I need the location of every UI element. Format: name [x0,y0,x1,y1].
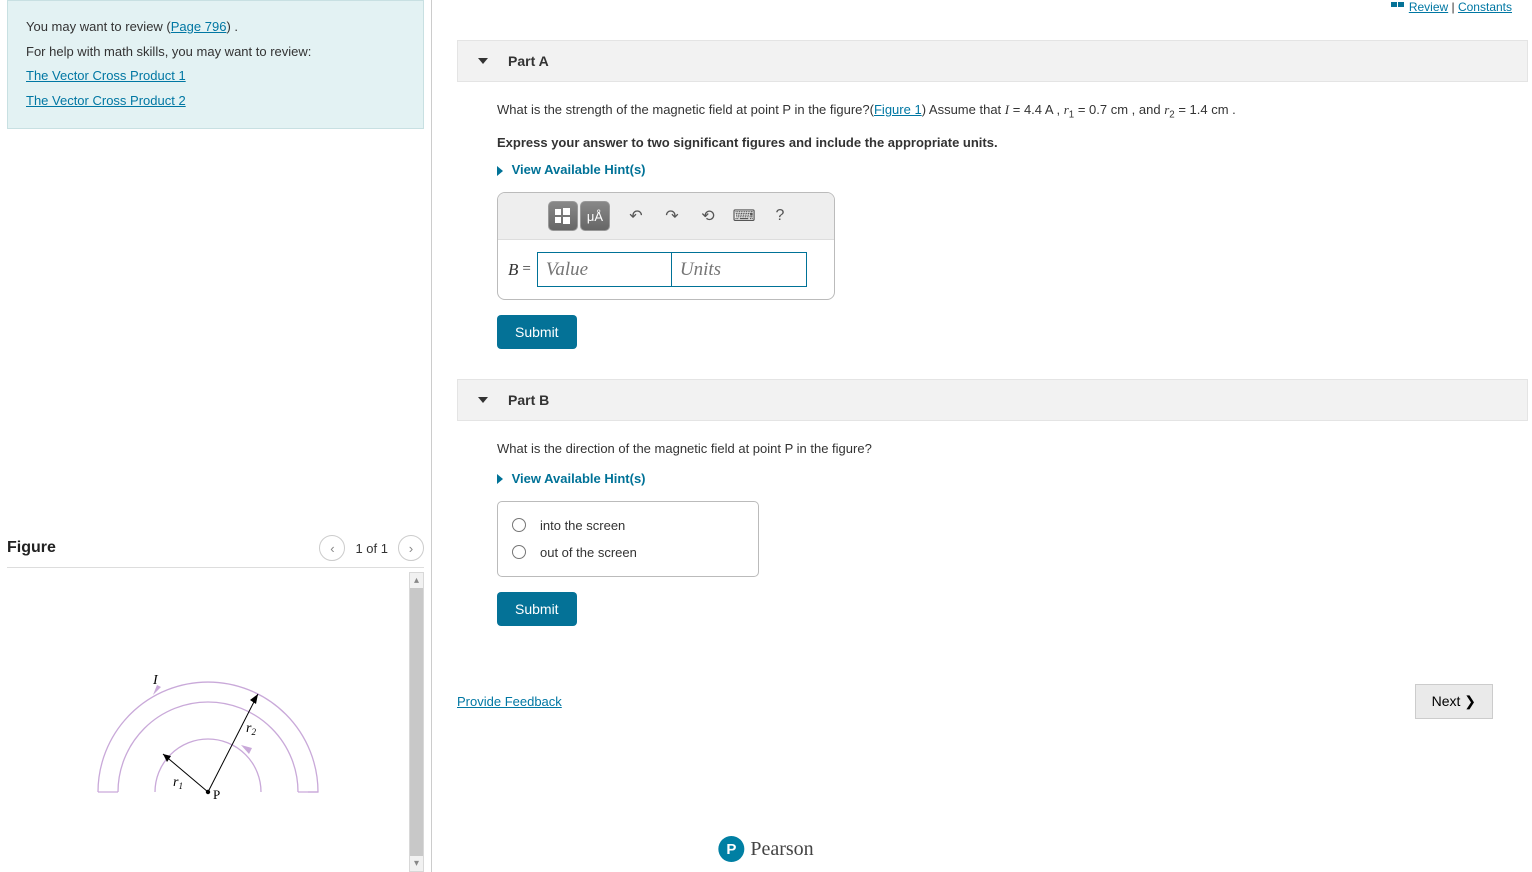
part-a-instruction: Express your answer to two significant f… [497,135,1508,150]
pearson-text: Pearson [750,838,813,861]
undo-icon[interactable]: ↶ [624,206,648,226]
radio-out-label: out of the screen [540,545,637,560]
variable-label: B [508,260,518,280]
figure-prev-button[interactable]: ‹ [319,535,345,561]
top-links: Review | Constants [1391,0,1512,14]
label-P: P [213,787,220,802]
part-a-submit-button[interactable]: Submit [497,315,577,349]
pearson-logo-icon: P [718,836,744,862]
radio-into-label: into the screen [540,518,625,533]
cross-product-link-1[interactable]: The Vector Cross Product 1 [26,68,186,83]
figure-diagram: I r1 r2 P [53,632,363,812]
scroll-down-icon[interactable]: ▾ [410,856,423,871]
reset-icon[interactable]: ⟲ [696,206,720,226]
caret-right-icon [497,166,503,176]
figure-header: Figure ‹ 1 of 1 › [7,535,424,568]
tips-line2: For help with math skills, you may want … [26,40,405,65]
answer-toolbar: μÅ ↶ ↷ ⟲ ⌨ ? [498,193,834,240]
tips-line1-post: ) . [226,19,238,34]
part-a-header[interactable]: Part A [457,40,1528,82]
scroll-up-icon[interactable]: ▴ [410,573,423,588]
review-link[interactable]: Review [1409,0,1448,14]
part-a-title: Part A [508,53,549,69]
tips-line1-pre: You may want to review ( [26,19,171,34]
radio-group: into the screen out of the screen [497,501,759,577]
label-r1: r1 [173,775,183,791]
scroll-thumb[interactable] [410,588,423,856]
keyboard-icon[interactable]: ⌨ [732,206,756,226]
radio-option-into[interactable]: into the screen [512,512,744,539]
help-icon[interactable]: ? [768,207,792,225]
caret-down-icon [478,397,488,403]
radio-option-out[interactable]: out of the screen [512,539,744,566]
radio-out-input[interactable] [512,545,526,559]
value-input[interactable] [537,252,672,287]
answer-box: μÅ ↶ ↷ ⟲ ⌨ ? B = [497,192,835,300]
part-b-hints-link[interactable]: View Available Hint(s) [497,471,1508,486]
part-b-submit-button[interactable]: Submit [497,592,577,626]
units-button[interactable]: μÅ [580,201,610,231]
part-b-question: What is the direction of the magnetic fi… [497,439,1508,459]
caret-right-icon [497,474,503,484]
label-r2: r2 [246,721,256,737]
figure-count: 1 of 1 [355,541,388,556]
figure-title: Figure [7,539,56,557]
part-b-header[interactable]: Part B [457,379,1528,421]
provide-feedback-link[interactable]: Provide Feedback [457,694,562,709]
figure-next-button[interactable]: › [398,535,424,561]
next-button[interactable]: Next ❯ [1415,684,1493,719]
part-a-hints-link[interactable]: View Available Hint(s) [497,162,1508,177]
footer-brand: P Pearson [718,836,813,862]
constants-link[interactable]: Constants [1458,0,1512,14]
part-a-question: What is the strength of the magnetic fie… [497,100,1508,123]
radio-into-input[interactable] [512,518,526,532]
equals-sign: = [522,261,530,278]
units-input[interactable] [672,252,807,287]
figure-1-link[interactable]: Figure 1 [874,102,922,117]
part-b-title: Part B [508,392,549,408]
figure-scrollbar[interactable]: ▴ ▾ [409,572,424,872]
page-link[interactable]: Page 796 [171,19,227,34]
cross-product-link-2[interactable]: The Vector Cross Product 2 [26,93,186,108]
review-flag-icon [1391,2,1405,14]
templates-button[interactable] [548,201,578,231]
caret-down-icon [478,58,488,64]
redo-icon[interactable]: ↷ [660,206,684,226]
tips-box: You may want to review (Page 796) . For … [7,0,424,129]
